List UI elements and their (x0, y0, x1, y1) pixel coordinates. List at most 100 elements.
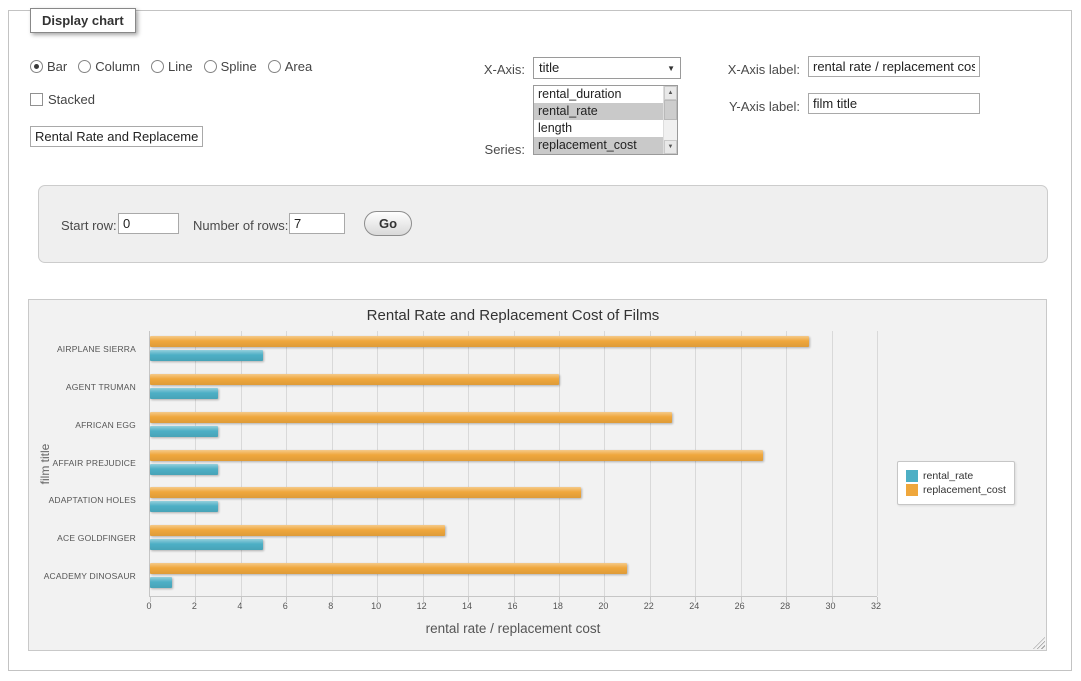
display-chart-panel: Display chart Bar Column Line Spline Are… (8, 10, 1072, 671)
gridline (832, 331, 833, 596)
number-of-rows-label: Number of rows: (193, 218, 288, 233)
stacked-label: Stacked (48, 92, 95, 107)
gridline (604, 331, 605, 596)
scroll-up-icon[interactable] (664, 86, 677, 100)
chevron-down-icon (667, 65, 675, 73)
category-label: AFRICAN EGG (75, 420, 136, 430)
x-tick-label: 6 (283, 601, 288, 611)
x-tick-label: 26 (735, 601, 745, 611)
gridline (741, 331, 742, 596)
bar-replacement_cost (150, 525, 445, 536)
bar-replacement_cost (150, 563, 627, 574)
chart-legend: rental_rate replacement_cost (897, 461, 1015, 505)
x-tick-label: 12 (417, 601, 427, 611)
number-of-rows-input[interactable] (289, 213, 345, 234)
chart-title-input[interactable] (30, 126, 203, 147)
chart-type-line-label: Line (168, 59, 193, 74)
x-axis-label-input[interactable] (808, 56, 980, 77)
bar-replacement_cost (150, 487, 581, 498)
category-label: ACE GOLDFINGER (57, 533, 136, 543)
gridline (695, 331, 696, 596)
rows-panel: Start row: Number of rows: Go (38, 185, 1048, 263)
scrollbar-thumb[interactable] (664, 100, 677, 120)
scroll-down-icon[interactable] (664, 140, 677, 154)
chart-type-bar-label: Bar (47, 59, 67, 74)
x-tick-label: 20 (598, 601, 608, 611)
x-axis-select-label: X-Axis: (435, 62, 525, 77)
bar-rental_rate (150, 388, 218, 399)
x-tick-label: 32 (871, 601, 881, 611)
radio-icon (78, 60, 91, 73)
x-tick-label: 14 (462, 601, 472, 611)
gridline (514, 331, 515, 596)
bar-rental_rate (150, 464, 218, 475)
series-option-rental_duration[interactable]: rental_duration (534, 86, 663, 103)
gridline (377, 331, 378, 596)
bar-replacement_cost (150, 412, 672, 423)
bar-replacement_cost (150, 374, 559, 385)
chart-type-column[interactable]: Column (78, 59, 140, 74)
series-listbox[interactable]: rental_durationrental_ratelengthreplacem… (533, 85, 678, 155)
x-tick-label: 8 (328, 601, 333, 611)
x-axis-select[interactable]: title (533, 57, 681, 79)
bar-replacement_cost (150, 336, 809, 347)
bar-rental_rate (150, 539, 263, 550)
category-label: ADAPTATION HOLES (49, 495, 136, 505)
listbox-scrollbar[interactable] (663, 86, 677, 154)
gridline (650, 331, 651, 596)
y-axis-label-input[interactable] (808, 93, 980, 114)
x-axis-label-label: X-Axis label: (700, 62, 800, 77)
radio-icon (30, 60, 43, 73)
x-tick-label: 28 (780, 601, 790, 611)
bar-rental_rate (150, 426, 218, 437)
category-label: AIRPLANE SIERRA (57, 344, 136, 354)
radio-icon (268, 60, 281, 73)
resize-handle-icon[interactable] (1033, 637, 1045, 649)
legend-item-replacement-cost[interactable]: replacement_cost (906, 484, 1006, 496)
chart-type-group: Bar Column Line Spline Area (30, 59, 312, 74)
x-tick-label: 24 (689, 601, 699, 611)
gridline (559, 331, 560, 596)
chart-type-spline[interactable]: Spline (204, 59, 257, 74)
chart-plot-area (149, 331, 877, 597)
stacked-checkbox[interactable]: Stacked (30, 92, 95, 107)
chart-type-spline-label: Spline (221, 59, 257, 74)
x-tick-label: 10 (371, 601, 381, 611)
gridline (877, 331, 878, 596)
legend-item-rental-rate[interactable]: rental_rate (906, 470, 1006, 482)
category-label: AFFAIR PREJUDICE (53, 458, 137, 468)
series-listbox-label: Series: (435, 142, 525, 157)
go-button[interactable]: Go (364, 211, 412, 236)
start-row-label: Start row: (61, 218, 117, 233)
scrollbar-track[interactable] (664, 100, 677, 140)
bar-rental_rate (150, 501, 218, 512)
gridline (786, 331, 787, 596)
start-row-input[interactable] (118, 213, 179, 234)
chart-type-area[interactable]: Area (268, 59, 312, 74)
x-tick-label: 18 (553, 601, 563, 611)
category-label: ACADEMY DINOSAUR (44, 571, 136, 581)
gridline (241, 331, 242, 596)
category-label: AGENT TRUMAN (66, 382, 136, 392)
series-option-replacement_cost[interactable]: replacement_cost (534, 137, 663, 154)
radio-icon (151, 60, 164, 73)
bar-replacement_cost (150, 450, 763, 461)
x-axis-selected-value: title (539, 60, 559, 75)
x-tick-label: 30 (826, 601, 836, 611)
gridline (468, 331, 469, 596)
x-tick-label: 4 (237, 601, 242, 611)
chart-x-axis-title: rental rate / replacement cost (426, 621, 601, 636)
legend-swatch-replacement-cost (906, 484, 918, 496)
chart-type-line[interactable]: Line (151, 59, 193, 74)
bar-rental_rate (150, 350, 263, 361)
series-option-length[interactable]: length (534, 120, 663, 137)
x-tick-label: 16 (507, 601, 517, 611)
y-axis-label-label: Y-Axis label: (700, 99, 800, 114)
gridline (286, 331, 287, 596)
gridline (332, 331, 333, 596)
x-tick-label: 0 (146, 601, 151, 611)
series-option-rental_rate[interactable]: rental_rate (534, 103, 663, 120)
x-tick-label: 22 (644, 601, 654, 611)
chart-type-bar[interactable]: Bar (30, 59, 67, 74)
legend-label-replacement-cost: replacement_cost (923, 484, 1006, 496)
